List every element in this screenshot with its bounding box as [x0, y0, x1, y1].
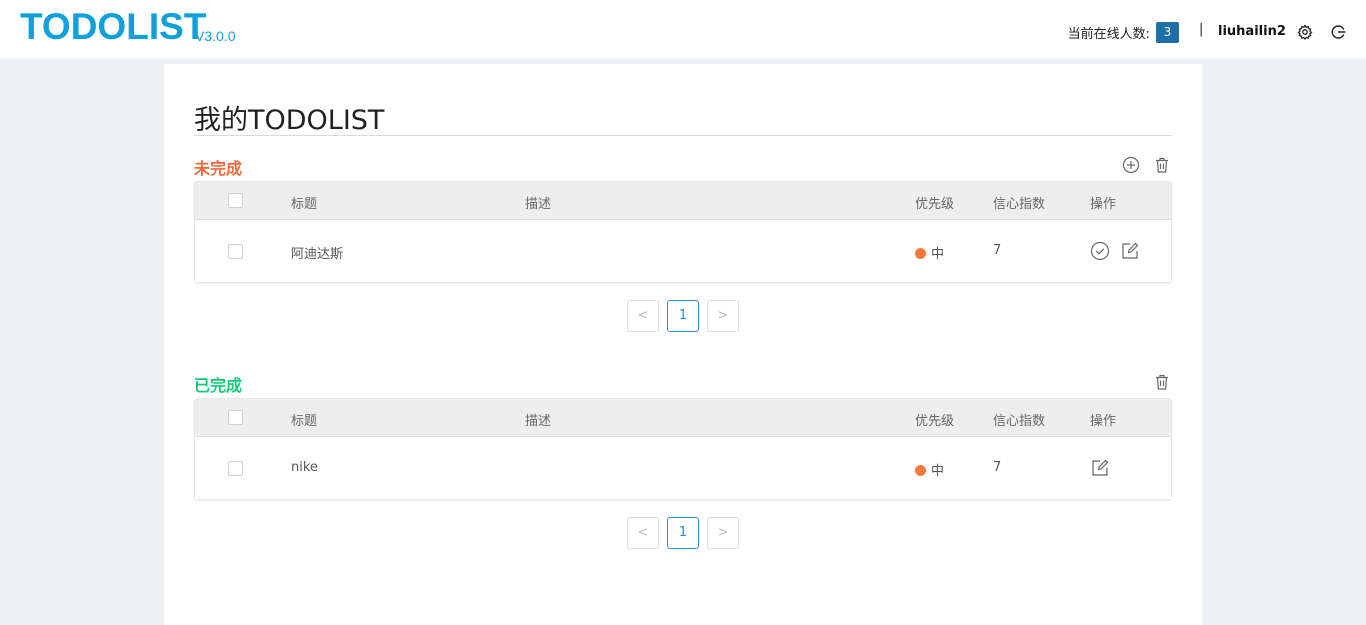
next-page-button[interactable]: >: [707, 300, 739, 332]
app-version: V3.0.0: [195, 28, 236, 44]
priority-dot: [915, 248, 926, 259]
table-header: 标题 描述 优先级 信心指数 操作: [195, 182, 1171, 220]
row-title: 阿迪达斯: [291, 247, 344, 262]
prev-page-button[interactable]: <: [627, 300, 659, 332]
app-header: TODOLIST V3.0.0 当前在线人数: 3 | liuhailin2: [0, 0, 1366, 61]
row-checkbox[interactable]: [228, 244, 243, 259]
column-header-title: 标题: [291, 414, 318, 429]
trash-icon[interactable]: [1153, 156, 1171, 174]
select-all-checkbox[interactable]: [228, 410, 243, 425]
pending-table: 标题 描述 优先级 信心指数 操作 阿迪达斯 中 7: [194, 181, 1172, 283]
page-number-button[interactable]: 1: [667, 300, 699, 332]
row-confidence: 7: [993, 243, 1002, 258]
complete-check-icon[interactable]: [1090, 241, 1110, 261]
column-header-title: 标题: [291, 197, 318, 212]
row-priority: 中: [931, 464, 945, 479]
main-panel: 我的TODOLIST 未完成 标题 描述 优先级 信心指数 操作 阿迪达斯 中 …: [164, 64, 1202, 625]
next-page-button[interactable]: >: [707, 517, 739, 549]
add-circle-icon[interactable]: [1122, 156, 1140, 174]
priority-dot: [915, 465, 926, 476]
online-users-count-badge: 3: [1156, 22, 1179, 43]
logout-icon[interactable]: [1331, 24, 1347, 40]
username[interactable]: liuhailin2: [1218, 24, 1286, 39]
row-title: nike: [291, 460, 318, 475]
page-number-button[interactable]: 1: [667, 517, 699, 549]
trash-icon[interactable]: [1153, 373, 1171, 391]
column-header-priority: 优先级: [915, 414, 955, 429]
column-header-priority: 优先级: [915, 197, 955, 212]
column-header-confidence: 信心指数: [993, 197, 1046, 212]
done-table: 标题 描述 优先级 信心指数 操作 nike 中 7: [194, 398, 1172, 500]
column-header-actions: 操作: [1090, 414, 1117, 429]
column-header-confidence: 信心指数: [993, 414, 1046, 429]
app-logo[interactable]: TODOLIST: [20, 6, 206, 48]
row-priority: 中: [931, 247, 945, 262]
row-confidence: 7: [993, 460, 1002, 475]
done-section-title: 已完成: [194, 376, 243, 395]
table-row: 阿迪达斯 中 7: [195, 220, 1171, 282]
column-header-description: 描述: [525, 197, 552, 212]
column-header-description: 描述: [525, 414, 552, 429]
online-users-label: 当前在线人数:: [1067, 27, 1150, 42]
select-all-checkbox[interactable]: [228, 193, 243, 208]
column-header-actions: 操作: [1090, 197, 1117, 212]
gear-icon[interactable]: [1297, 24, 1313, 40]
edit-icon[interactable]: [1090, 458, 1110, 478]
table-row: nike 中 7: [195, 437, 1171, 499]
row-checkbox[interactable]: [228, 461, 243, 476]
table-header: 标题 描述 优先级 信心指数 操作: [195, 399, 1171, 437]
prev-page-button[interactable]: <: [627, 517, 659, 549]
edit-icon[interactable]: [1120, 241, 1140, 261]
pending-section-title: 未完成: [194, 159, 243, 178]
header-divider: |: [1199, 22, 1204, 37]
title-divider: [194, 135, 1172, 136]
page-title: 我的TODOLIST: [194, 105, 385, 136]
